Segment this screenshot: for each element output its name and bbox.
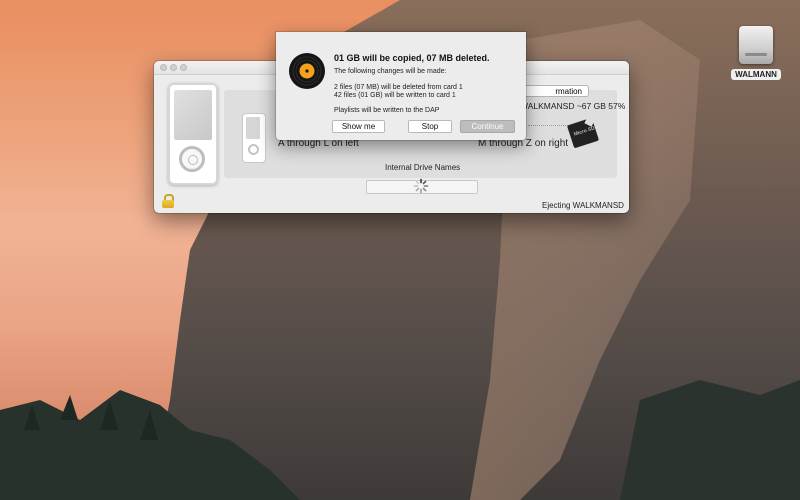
player-screen xyxy=(174,90,212,140)
lock-body xyxy=(162,200,174,208)
small-player-icon xyxy=(242,113,266,163)
desktop-drive-icon[interactable]: WALMANN xyxy=(728,26,784,82)
lock-icon[interactable] xyxy=(162,194,174,208)
information-button[interactable]: rmation xyxy=(519,85,589,97)
stop-button[interactable]: Stop xyxy=(408,120,452,133)
status-text: Ejecting WALKMANSD xyxy=(542,201,624,210)
small-player-wheel xyxy=(248,144,259,155)
spinner-icon xyxy=(413,178,429,194)
desktop-drive-label: WALMANN xyxy=(731,69,781,80)
dialog-title: 01 GB will be copied, 07 MB deleted. xyxy=(334,53,490,63)
drive-names-label: Internal Drive Names xyxy=(385,163,461,172)
zoom-window-button[interactable] xyxy=(180,64,187,71)
player-click-wheel xyxy=(179,146,205,172)
sd-card-text: Micro SD xyxy=(573,125,596,138)
show-me-button[interactable]: Show me xyxy=(332,120,385,133)
minimize-window-button[interactable] xyxy=(170,64,177,71)
dialog-change-delete: 2 files (07 MB) will be deleted from car… xyxy=(334,84,463,91)
confirmation-sheet: 01 GB will be copied, 07 MB deleted. The… xyxy=(276,32,526,140)
drive-info-text: WALKMANSD ~67 GB 57% xyxy=(520,101,626,111)
dialog-playlists-note: Playlists will be written to the DAP xyxy=(334,107,440,114)
vinyl-record-icon xyxy=(289,53,325,89)
dialog-change-write: 42 files (01 GB) will be written to card… xyxy=(334,92,456,99)
continue-button[interactable]: Continue xyxy=(460,120,515,133)
divider-dots xyxy=(528,125,568,127)
external-drive-icon xyxy=(739,26,773,64)
dap-player-icon xyxy=(168,83,218,185)
close-window-button[interactable] xyxy=(160,64,167,71)
dialog-subtitle: The following changes will be made: xyxy=(334,68,447,75)
small-player-screen xyxy=(246,117,260,139)
